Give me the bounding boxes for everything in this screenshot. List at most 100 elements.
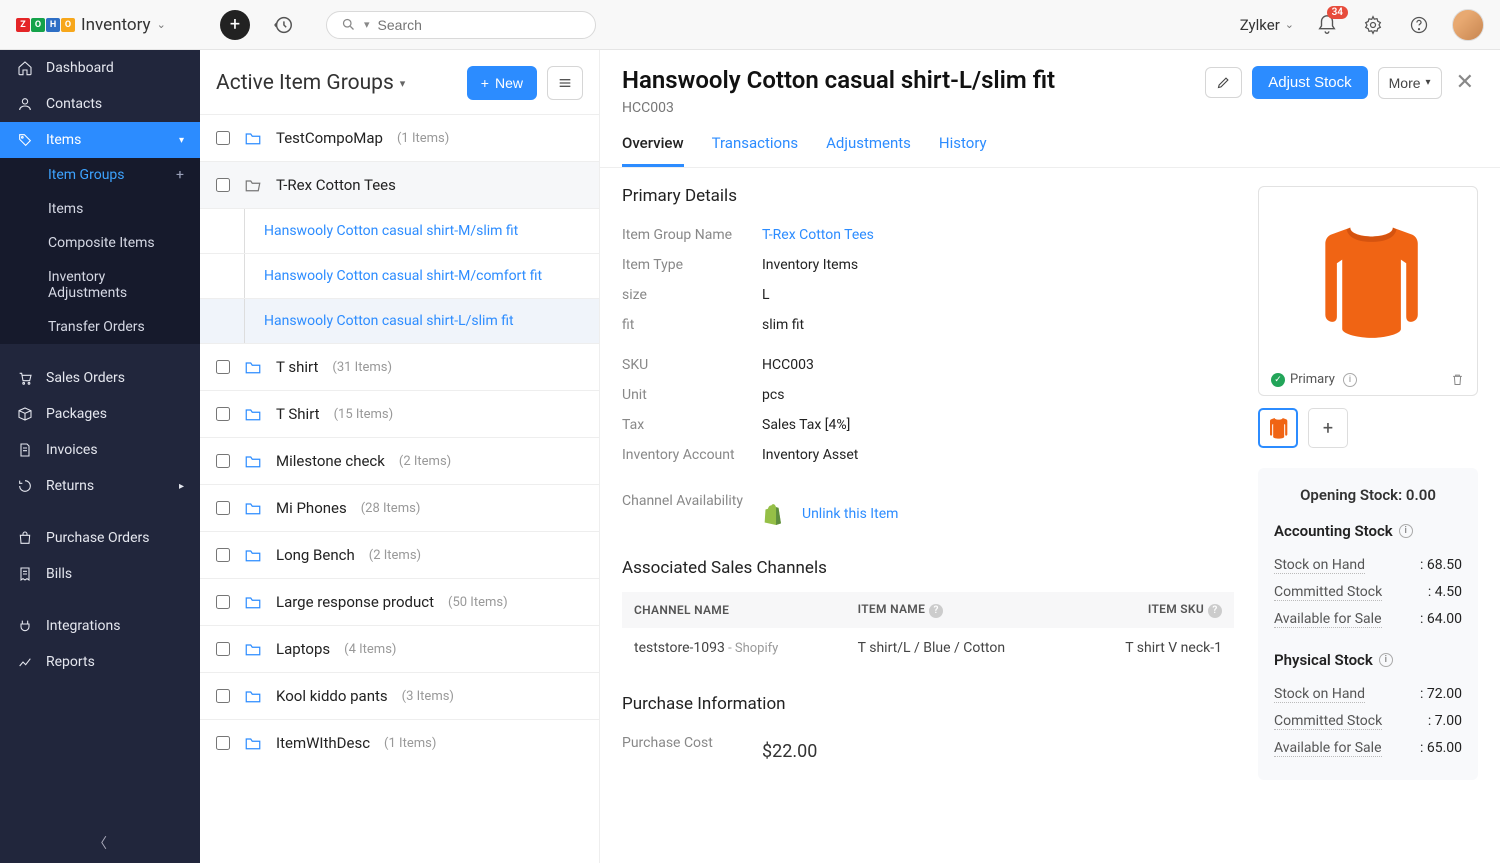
tab-history[interactable]: History — [939, 134, 987, 167]
nav-composite-items[interactable]: Composite Items — [0, 226, 200, 260]
settings-button[interactable] — [1360, 12, 1386, 38]
group-row[interactable]: Kool kiddo pants (3 Items) — [200, 672, 599, 719]
tab-overview[interactable]: Overview — [622, 134, 684, 167]
child-name: Hanswooly Cotton casual shirt-L/slim fit — [264, 313, 514, 329]
group-list[interactable]: TestCompoMap (1 Items) T-Rex Cotton Tees… — [200, 114, 599, 863]
org-selector[interactable]: Zylker ⌄ — [1240, 16, 1294, 34]
group-row[interactable]: Mi Phones (28 Items) — [200, 484, 599, 531]
help-icon[interactable]: ? — [1208, 604, 1222, 618]
list-title: Active Item Groups — [216, 71, 394, 95]
delete-image-button[interactable] — [1450, 372, 1465, 387]
nav-items[interactable]: Items▾ — [0, 122, 200, 158]
add-image-button[interactable]: + — [1308, 408, 1348, 448]
stock-label: Available for Sale — [1274, 611, 1382, 628]
stock-label: Committed Stock — [1274, 713, 1382, 730]
help-button[interactable] — [1406, 12, 1432, 38]
sidebar-collapse-button[interactable]: 〈 — [0, 823, 200, 863]
field-value: HCC003 — [762, 357, 814, 373]
nav-sales-orders[interactable]: Sales Orders — [0, 360, 200, 396]
edit-button[interactable] — [1205, 67, 1242, 98]
child-name: Hanswooly Cotton casual shirt-M/slim fit — [264, 223, 518, 239]
brand[interactable]: ZOHO Inventory ⌄ — [16, 15, 200, 35]
stock-summary: Opening Stock: 0.00 Accounting Stocki St… — [1258, 468, 1478, 780]
group-count: (50 Items) — [448, 595, 508, 610]
close-button[interactable]: ✕ — [1452, 66, 1478, 99]
group-count: (2 Items) — [369, 548, 421, 563]
item-group-link[interactable]: T-Rex Cotton Tees — [762, 227, 874, 243]
quick-add-button[interactable]: + — [220, 10, 250, 40]
row-checkbox[interactable] — [216, 548, 230, 562]
search-input[interactable] — [378, 17, 581, 33]
recent-history-button[interactable] — [268, 10, 298, 40]
new-group-button[interactable]: +New — [467, 66, 537, 100]
chevron-down-icon: ⌄ — [1285, 18, 1294, 31]
row-checkbox[interactable] — [216, 595, 230, 609]
more-button[interactable]: More▾ — [1378, 67, 1442, 99]
nav-item-groups[interactable]: Item Groups+ — [0, 158, 200, 192]
nav-purchase-orders[interactable]: Purchase Orders — [0, 520, 200, 556]
group-row[interactable]: Long Bench (2 Items) — [200, 531, 599, 578]
list-title-dropdown[interactable]: Active Item Groups▾ — [216, 71, 405, 95]
group-row[interactable]: T shirt (31 Items) — [200, 343, 599, 390]
nav-bills[interactable]: Bills — [0, 556, 200, 592]
user-avatar[interactable] — [1452, 9, 1484, 41]
nav-contacts[interactable]: Contacts — [0, 86, 200, 122]
nav-items-list[interactable]: Items — [0, 192, 200, 226]
nav-reports[interactable]: Reports — [0, 644, 200, 680]
nav-returns[interactable]: Returns▸ — [0, 468, 200, 504]
nav-integrations[interactable]: Integrations — [0, 608, 200, 644]
info-icon[interactable]: i — [1379, 653, 1393, 667]
help-icon[interactable]: ? — [929, 604, 943, 618]
child-item-row[interactable]: Hanswooly Cotton casual shirt-M/comfort … — [200, 253, 599, 298]
row-checkbox[interactable] — [216, 689, 230, 703]
group-row[interactable]: Laptops (4 Items) — [200, 625, 599, 672]
add-item-group-button[interactable]: + — [176, 167, 184, 183]
list-menu-button[interactable] — [547, 66, 583, 100]
unlink-item-link[interactable]: Unlink this Item — [802, 506, 898, 522]
row-checkbox[interactable] — [216, 178, 230, 192]
chevron-left-icon: 〈 — [93, 836, 107, 852]
associated-channels-table: CHANNEL NAME ITEM NAME? ITEM SKU? testst… — [622, 592, 1234, 668]
child-item-row[interactable]: Hanswooly Cotton casual shirt-L/slim fit — [200, 298, 599, 343]
row-checkbox[interactable] — [216, 407, 230, 421]
info-icon[interactable]: i — [1343, 373, 1357, 387]
group-row[interactable]: T Shirt (15 Items) — [200, 390, 599, 437]
group-row[interactable]: TestCompoMap (1 Items) — [200, 114, 599, 161]
row-checkbox[interactable] — [216, 642, 230, 656]
row-checkbox[interactable] — [216, 501, 230, 515]
stock-value: : 65.00 — [1420, 740, 1462, 757]
child-item-row[interactable]: Hanswooly Cotton casual shirt-M/slim fit — [200, 208, 599, 253]
nav-dashboard[interactable]: Dashboard — [0, 50, 200, 86]
table-row[interactable]: teststore-1093 - Shopify T shirt/L / Blu… — [622, 628, 1234, 668]
field-label: Tax — [622, 417, 762, 433]
adjust-stock-button[interactable]: Adjust Stock — [1252, 66, 1367, 99]
col-item-sku: ITEM SKU? — [1074, 592, 1235, 628]
group-row[interactable]: Milestone check (2 Items) — [200, 437, 599, 484]
row-checkbox[interactable] — [216, 360, 230, 374]
nav-inventory-adjustments[interactable]: Inventory Adjustments — [0, 260, 200, 310]
group-row[interactable]: ItemWIthDesc (1 Items) — [200, 719, 599, 766]
group-row[interactable]: T-Rex Cotton Tees — [200, 161, 599, 208]
nav-label: Items — [46, 132, 81, 148]
chevron-down-icon: ▾ — [364, 18, 370, 31]
user-icon — [16, 96, 34, 112]
group-row[interactable]: Large response product (50 Items) — [200, 578, 599, 625]
row-checkbox[interactable] — [216, 736, 230, 750]
chart-icon — [16, 654, 34, 670]
stock-value: : 4.50 — [1428, 584, 1462, 601]
search-box[interactable]: ▾ — [326, 11, 596, 39]
notifications-button[interactable]: 34 — [1314, 12, 1340, 38]
image-thumb[interactable] — [1258, 408, 1298, 448]
tab-transactions[interactable]: Transactions — [712, 134, 799, 167]
tab-adjustments[interactable]: Adjustments — [826, 134, 911, 167]
nav-packages[interactable]: Packages — [0, 396, 200, 432]
col-item-name: ITEM NAME? — [846, 592, 1074, 628]
row-checkbox[interactable] — [216, 454, 230, 468]
info-icon[interactable]: i — [1399, 524, 1413, 538]
group-name: ItemWIthDesc — [276, 734, 370, 752]
nav-invoices[interactable]: Invoices — [0, 432, 200, 468]
nav-transfer-orders[interactable]: Transfer Orders — [0, 310, 200, 344]
folder-icon — [244, 454, 262, 469]
item-sku: HCC003 — [622, 100, 1055, 116]
row-checkbox[interactable] — [216, 131, 230, 145]
